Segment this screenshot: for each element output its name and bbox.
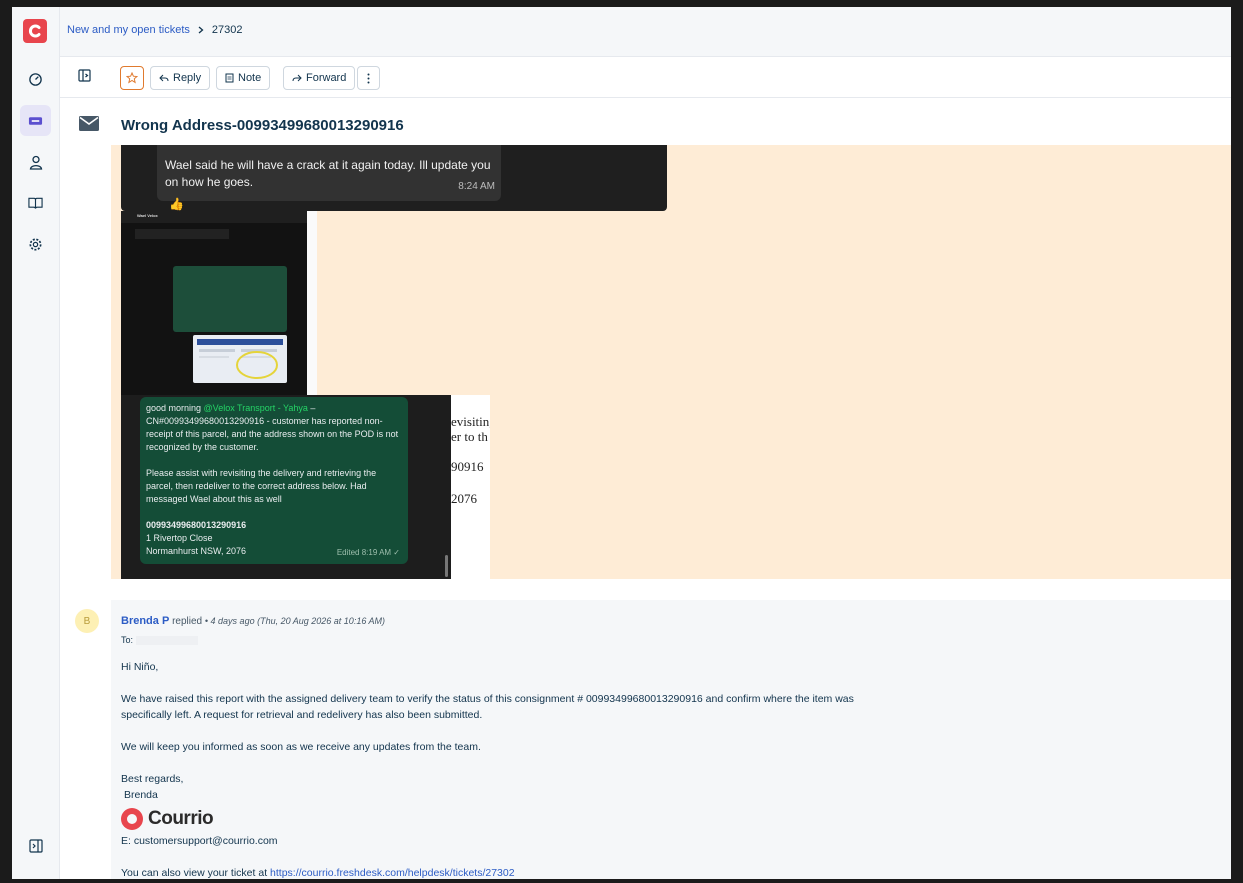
chat-image-attachment: [193, 335, 287, 383]
chat-bubble-text: Wael said he will have a crack at it aga…: [165, 158, 491, 189]
reply-label: Reply: [173, 72, 202, 84]
document-text-2: er to th: [451, 429, 488, 444]
chevron-right-icon: [198, 26, 204, 34]
reply-recipient: To:: [121, 635, 198, 646]
chat-bubble-time: 8:24 AM: [458, 181, 495, 192]
reply-button[interactable]: Reply: [150, 66, 211, 90]
contacts-icon[interactable]: [20, 147, 51, 178]
reply-signature-name: Brenda: [124, 789, 158, 801]
tickets-icon[interactable]: [20, 105, 51, 136]
courrio-logo-icon: [121, 808, 143, 830]
ticket-toolbar: Reply Note Forward: [60, 56, 1231, 98]
reply-paragraph-1: We have raised this report with the assi…: [121, 693, 854, 721]
app-logo[interactable]: [23, 19, 47, 43]
note-label: Note: [238, 72, 262, 84]
forward-label: Forward: [306, 72, 347, 84]
avatar: B: [75, 609, 99, 633]
settings-gear-icon[interactable]: [20, 229, 51, 260]
email-icon: [79, 116, 99, 136]
document-text-3: 90916: [451, 459, 484, 474]
document-text-4: 2076: [451, 491, 477, 506]
more-options-button[interactable]: [357, 66, 380, 90]
chat-green-bubble: [173, 266, 287, 332]
courrio-logo-text: Courrio: [148, 808, 214, 829]
forward-button[interactable]: Forward: [283, 66, 356, 90]
breadcrumb-current: 27302: [211, 24, 243, 36]
to-label: To:: [121, 635, 134, 645]
star-icon: [126, 72, 138, 84]
whatsapp-screenshot-3: good morning @Velox Transport - Yahya – C…: [121, 395, 490, 579]
chat-green-message: good morning @Velox Transport - Yahya – C…: [140, 397, 408, 564]
chat-edited-time: Edited 8:19 AM ✓: [336, 548, 400, 557]
chat-consignment: 00993499680013290916: [146, 520, 247, 530]
chat-paragraph-1: CN#00993499680013290916 - customer has r…: [146, 416, 399, 452]
reply-timestamp: • 4 days ago (Thu, 20 Aug 2026 at 10:16 …: [204, 616, 385, 626]
redacted-recipient: [135, 636, 198, 646]
document-text-1: evisiting: [451, 414, 490, 429]
dashboard-icon[interactable]: [20, 64, 51, 95]
note-button[interactable]: Note: [216, 66, 271, 90]
reply-paragraph-2: We will keep you informed as soon as we …: [121, 741, 481, 753]
chat-mini-message: [135, 229, 229, 239]
chat-contact-name: Wael Velox: [137, 213, 158, 218]
note-icon: [225, 73, 234, 83]
chat-dash: –: [307, 403, 316, 413]
chat-greeting: good morning: [146, 403, 204, 413]
ticket-link[interactable]: https://courrio.freshdesk.com/helpdesk/t…: [270, 867, 515, 879]
ticket-subject: Wrong Address-00993499680013290916: [121, 117, 404, 134]
breadcrumb: New and my open tickets 27302: [67, 24, 242, 36]
reply-body: Hi Niño, We have raised this report with…: [121, 659, 861, 879]
reply-greeting: Hi Niño,: [121, 661, 159, 673]
app-window: New and my open tickets 27302 Reply Note: [12, 7, 1231, 879]
thumbs-up-icon: 👍: [169, 197, 184, 211]
left-sidebar: [12, 7, 60, 879]
expand-sidebar-icon[interactable]: [20, 830, 51, 861]
document-edge: [307, 211, 317, 395]
more-vertical-icon: [367, 73, 370, 83]
ticket-header: Wrong Address-00993499680013290916: [60, 106, 1231, 146]
customer-message: Wael said he will have a crack at it aga…: [111, 145, 1231, 579]
whatsapp-screenshot-1: Wael said he will have a crack at it aga…: [121, 145, 667, 211]
chat-mention: @Velox Transport - Yahya: [203, 403, 308, 413]
forward-icon: [292, 74, 302, 82]
reply-icon: [159, 74, 169, 82]
chat-bubble: Wael said he will have a crack at it aga…: [157, 145, 501, 201]
reply-author[interactable]: Brenda P: [121, 615, 169, 627]
ticket-view: Reply Note Forward Wrong Address-0099349…: [60, 56, 1231, 879]
knowledge-base-icon[interactable]: [20, 187, 51, 218]
courrio-logo: Courrio: [121, 805, 861, 833]
chat-scrollbar: [445, 555, 448, 577]
reply-meta: Brenda P replied • 4 days ago (Thu, 20 A…: [121, 615, 385, 627]
reply-ticket-link-line: You can also view your ticket at https:/…: [121, 865, 861, 879]
chat-header: Wael Velox: [121, 211, 307, 223]
whatsapp-screenshot-2: Wael Velox: [121, 211, 317, 395]
chat-paragraph-2: Please assist with revisiting the delive…: [146, 468, 377, 504]
document-fragment: evisiting er to th 90916 2076: [451, 395, 490, 579]
reply-regards: Best regards,: [121, 773, 184, 785]
chat-address-line-1: 1 Rivertop Close: [146, 533, 213, 543]
star-button[interactable]: [120, 66, 144, 90]
reply-signature-email: E: customersupport@courrio.com: [121, 835, 278, 847]
breadcrumb-parent-link[interactable]: New and my open tickets: [67, 24, 190, 36]
toggle-panel-icon[interactable]: [78, 69, 92, 88]
top-bar: New and my open tickets 27302: [60, 7, 1231, 56]
reply-action: replied: [172, 616, 203, 627]
ticket-link-prefix: You can also view your ticket at: [121, 867, 271, 879]
